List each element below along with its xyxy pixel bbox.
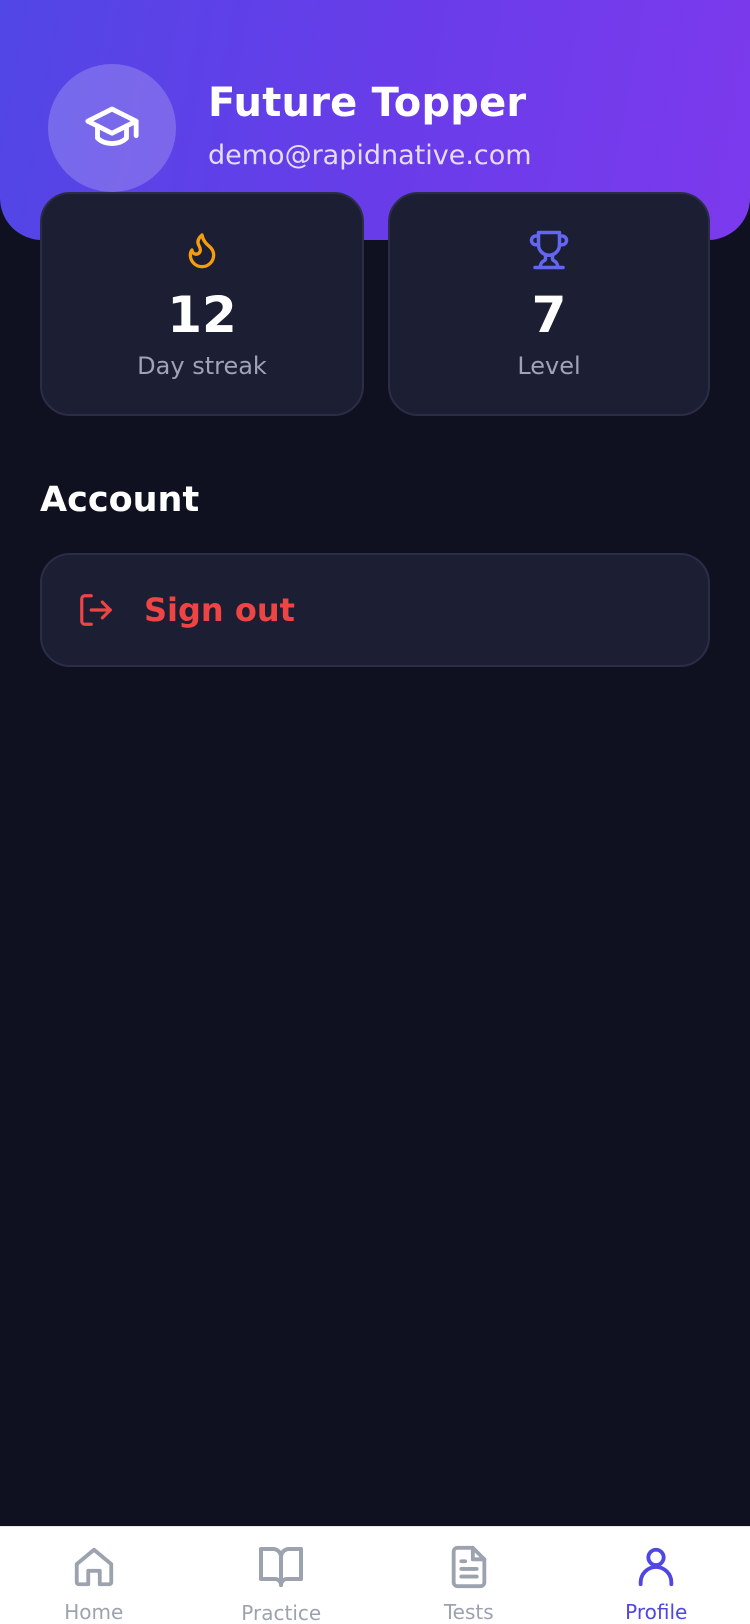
sign-out-button[interactable]: Sign out [40,553,710,667]
book-open-icon [257,1543,305,1591]
bottom-tab-bar: Home Practice Tests Profile [0,1526,750,1624]
log-out-icon [76,590,116,630]
account-section-title: Account [40,480,200,520]
tab-label: Home [64,1600,124,1624]
graduation-cap-icon [83,97,141,159]
tab-label: Profile [625,1600,688,1624]
stat-label: Day streak [137,352,267,380]
trophy-icon [527,228,571,272]
tab-label: Practice [241,1601,322,1624]
file-text-icon [445,1543,493,1590]
profile-screen: Future Topper demo@rapidnative.com 12 Da… [0,0,750,1624]
user-icon [632,1543,680,1590]
stat-card-day-streak: 12 Day streak [40,192,364,416]
flame-icon [180,228,224,272]
stat-label: Level [517,352,581,380]
stat-card-level: 7 Level [388,192,710,416]
tab-tests[interactable]: Tests [375,1527,563,1624]
home-icon [70,1543,118,1590]
user-name: Future Topper [208,80,527,126]
stat-value: 7 [531,286,567,344]
user-email: demo@rapidnative.com [208,140,532,171]
sign-out-label: Sign out [144,591,295,629]
stat-value: 12 [167,286,237,344]
tab-home[interactable]: Home [0,1527,188,1624]
tab-profile[interactable]: Profile [563,1527,750,1624]
tab-label: Tests [443,1600,494,1624]
avatar [48,64,176,192]
tab-practice[interactable]: Practice [188,1527,376,1624]
